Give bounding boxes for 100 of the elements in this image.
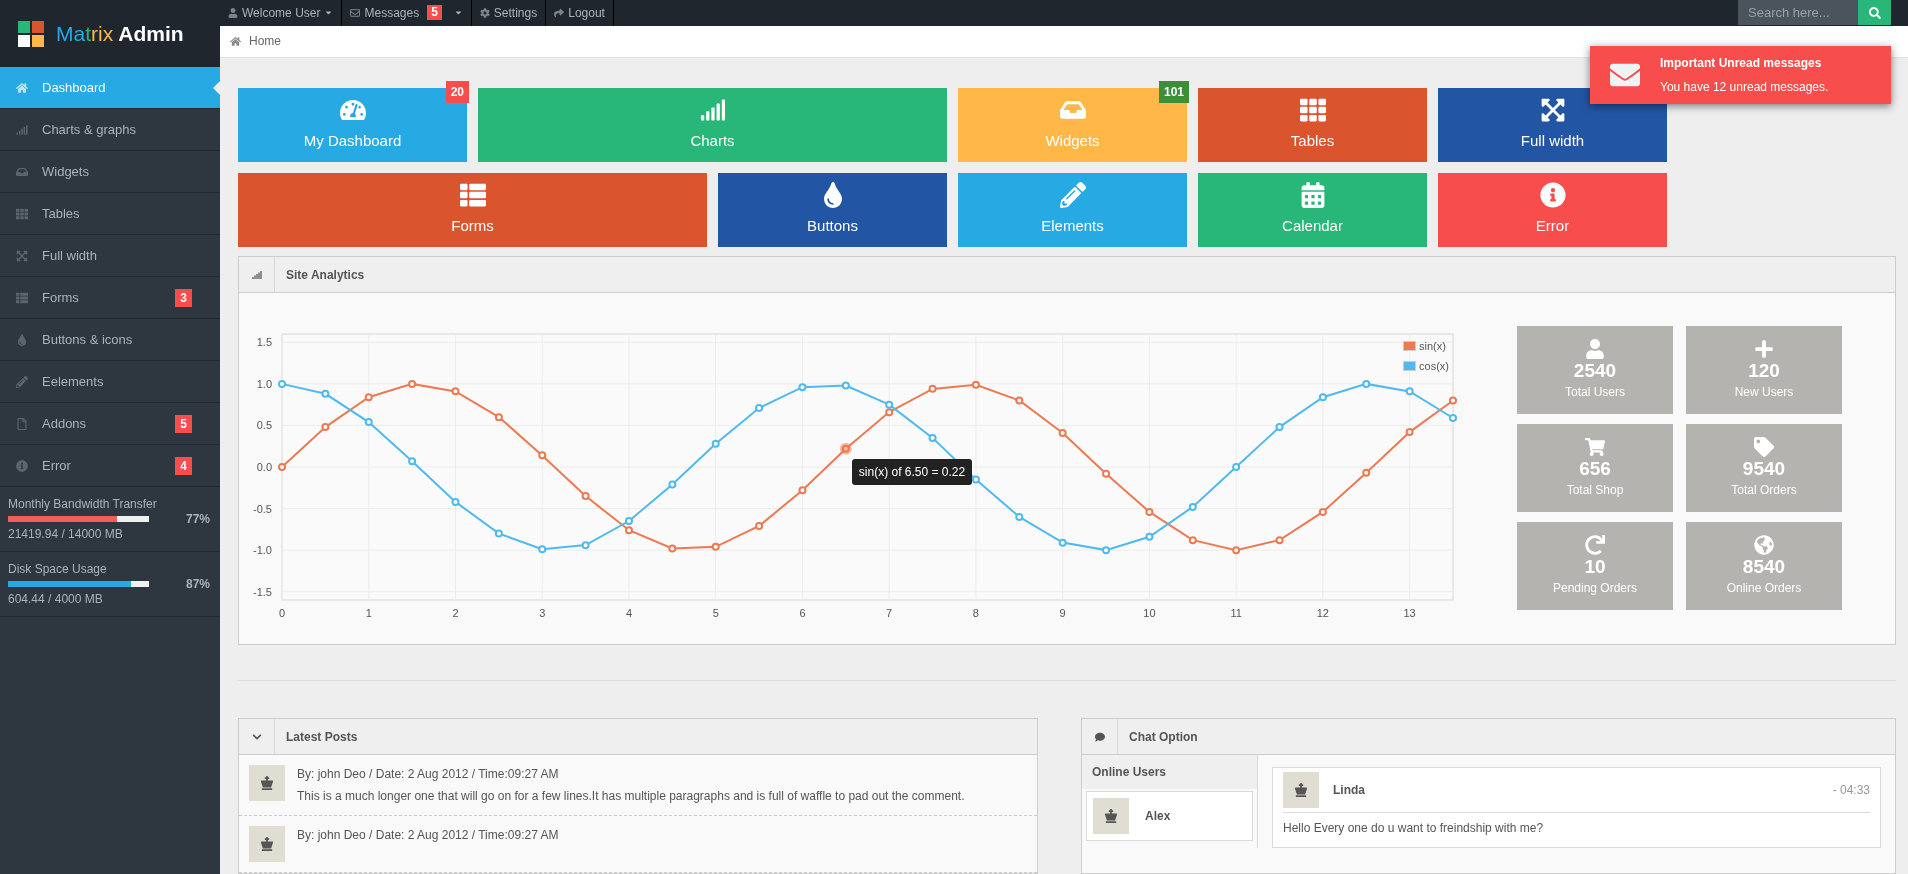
data-point: [971, 475, 980, 484]
avatar: [249, 765, 285, 801]
sidebar-item[interactable]: Full width: [0, 235, 220, 277]
axis-tick-label: 1: [365, 607, 372, 619]
chevron-down-icon: [251, 731, 262, 742]
axis-tick-label: 13: [1403, 607, 1416, 619]
logo-icon: [18, 20, 44, 47]
stat-tile: 656 Total Shop: [1517, 424, 1673, 512]
globe-icon: [1754, 535, 1774, 555]
home-icon: [16, 81, 28, 94]
post-text: This is a much longer one that will go on for a few lines.It has multiple paragraphs and is full of waffle to pad out the comment.: [297, 788, 965, 805]
avatar: [1283, 772, 1319, 808]
meter-label: Disk Space Usage: [8, 561, 108, 578]
panel-title: Latest Posts: [285, 728, 359, 746]
stat-tile: 120 New Users: [1686, 326, 1842, 414]
search-button[interactable]: [1858, 0, 1891, 26]
refresh-icon: [1585, 535, 1605, 555]
data-point: [885, 400, 894, 409]
count-badge: 4: [175, 456, 192, 475]
list-icon: [16, 291, 28, 304]
quick-link-tile[interactable]: Forms: [238, 173, 707, 247]
top-nav-item[interactable]: Welcome User: [220, 0, 343, 26]
axis-tick-label: 6: [799, 607, 806, 619]
chart-tooltip: sin(x) of 6.50 = 0.22: [851, 458, 973, 485]
count-badge: 3: [175, 288, 192, 307]
inbox-icon: [16, 165, 28, 178]
signal-bars-icon: [251, 269, 262, 280]
quick-link-tile[interactable]: Buttons: [718, 173, 947, 247]
data-point: [711, 439, 720, 448]
stat-tile: 10 Pending Orders: [1517, 522, 1673, 610]
sidebar-item[interactable]: Charts & graphs: [0, 109, 220, 151]
count-badge: 101: [1158, 81, 1189, 103]
data-point: [1405, 387, 1414, 396]
settings-icon: [479, 7, 490, 18]
meter-percent: 77%: [185, 511, 210, 528]
sidebar-item[interactable]: Widgets: [0, 151, 220, 193]
sidebar-item[interactable]: Tables: [0, 193, 220, 235]
sidebar-item[interactable]: Buttons & icons: [0, 319, 220, 361]
calendar-icon: [1299, 182, 1326, 209]
quick-link-tile[interactable]: Tables: [1198, 88, 1427, 162]
sidebar-item[interactable]: Eelements: [0, 361, 220, 403]
meter-detail: 604.44 / 4000 MB: [8, 591, 104, 608]
pencil-icon: [1059, 182, 1086, 209]
sidebar-item[interactable]: Error 4: [0, 445, 220, 487]
search-field[interactable]: Search here...: [1738, 0, 1858, 26]
sidebar-item[interactable]: Forms 3: [0, 277, 220, 319]
axis-tick-label: -1.5: [253, 585, 272, 598]
axis-tick-label: 12: [1316, 607, 1329, 619]
online-user[interactable]: Alex: [1086, 791, 1253, 841]
data-point: [1405, 428, 1414, 437]
envelope-icon: [350, 7, 361, 18]
signal-bars-icon: [16, 123, 28, 136]
cart-icon: [1585, 437, 1605, 457]
message-author: Linda: [1333, 782, 1366, 799]
axis-tick-label: 11: [1230, 607, 1242, 619]
data-point: [581, 492, 590, 501]
data-point: [321, 389, 330, 398]
message-time: - 04:33: [1832, 782, 1870, 799]
grid-icon: [1299, 97, 1326, 124]
user-icon: [1585, 339, 1605, 359]
data-point: [1102, 469, 1111, 478]
meter-label: Monthly Bandwidth Transfer: [8, 496, 158, 513]
axis-tick-label: 7: [886, 607, 893, 619]
avatar: [249, 826, 285, 862]
data-point: [494, 413, 503, 422]
axis-tick-label: 9: [1059, 607, 1066, 619]
quick-link-tile[interactable]: Error: [1438, 173, 1667, 247]
count-badge: 5: [427, 5, 442, 21]
axis-tick-label: 1.0: [256, 377, 272, 390]
stat-tile: 2540 Total Users: [1517, 326, 1673, 414]
top-nav-item[interactable]: Messages 5: [342, 0, 472, 26]
pencil-icon: [16, 375, 28, 388]
home-icon: [230, 35, 241, 47]
data-point: [1232, 463, 1241, 471]
data-point: [494, 529, 503, 538]
axis-tick-label: 0.0: [256, 461, 272, 473]
data-point: [1188, 536, 1197, 545]
data-point: [1362, 468, 1371, 477]
expand-arrows-icon: [16, 249, 28, 262]
axis-tick-label: -1.0: [253, 544, 272, 557]
axis-tick-label: 0.5: [256, 419, 272, 432]
avatar: [1093, 798, 1129, 834]
data-point: [408, 457, 417, 466]
data-point: [885, 408, 894, 417]
data-point: [1145, 507, 1154, 516]
search-icon: [1868, 6, 1881, 19]
plus-icon: [1754, 339, 1774, 359]
top-nav-item[interactable]: Logout: [546, 0, 614, 26]
axis-tick-label: 2: [452, 607, 459, 619]
breadcrumb-link[interactable]: Home: [249, 32, 281, 51]
data-point: [1015, 396, 1024, 405]
sidebar-item[interactable]: Addons 5: [0, 403, 220, 445]
panel-title: Site Analytics: [285, 266, 366, 284]
data-point: [668, 480, 677, 489]
data-point: [624, 517, 633, 526]
data-point: [798, 486, 807, 495]
top-nav-item[interactable]: Settings: [471, 0, 547, 26]
axis-tick-label: 0: [278, 607, 286, 619]
legend-label: cos(x): [1419, 358, 1449, 374]
data-point: [364, 418, 373, 427]
